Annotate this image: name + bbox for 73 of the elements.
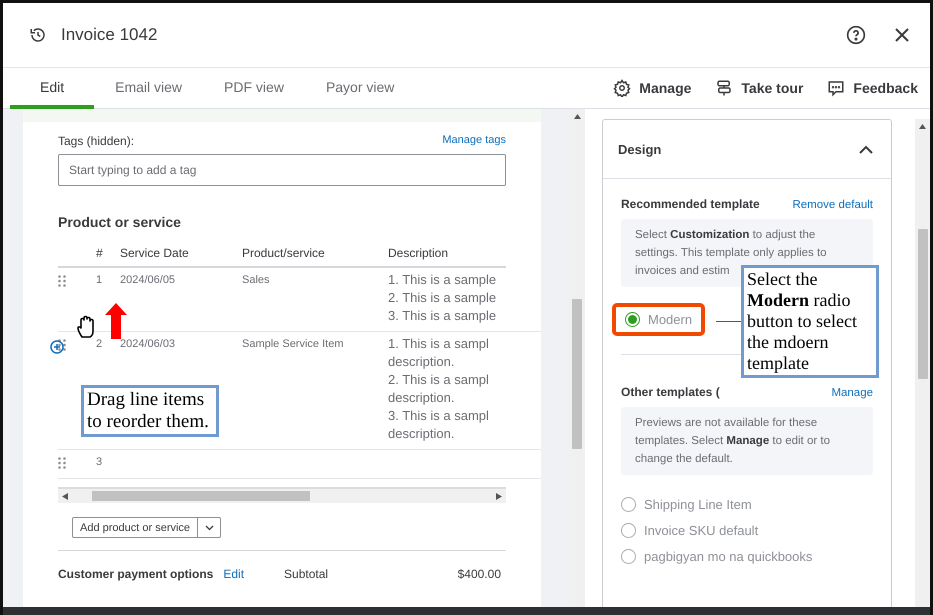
manage-link[interactable]: Manage — [831, 387, 873, 399]
scroll-thumb[interactable] — [572, 299, 582, 449]
settings-icon — [613, 79, 632, 97]
callout: Drag line items to reorder them. — [81, 385, 219, 437]
manage-tags-link[interactable]: Manage tags — [442, 134, 506, 148]
section-heading: Product or service — [58, 214, 182, 230]
description-line: 3. This is a sampl — [388, 407, 490, 425]
tab[interactable]: PDF view — [203, 68, 305, 109]
remove-default-link[interactable]: Remove default — [792, 199, 873, 211]
drag-handle-icon[interactable] — [58, 275, 66, 287]
drag-handle-icon[interactable] — [58, 339, 66, 351]
vertical-scrollbar[interactable] — [569, 109, 585, 609]
column-header: # — [96, 246, 104, 260]
arrow-icon — [105, 303, 127, 339]
edit-link[interactable]: Edit — [223, 567, 244, 581]
scroll-right-icon[interactable] — [496, 492, 502, 500]
caret-icon — [204, 524, 214, 530]
table-cell-text: 2024/06/03 — [120, 338, 176, 350]
scroll-up-icon[interactable] — [919, 124, 926, 129]
table-cell-text: Sample Service Item — [242, 338, 344, 350]
panel-title: Design — [618, 142, 662, 156]
table-cell-text: 1 — [96, 274, 104, 286]
vertical-scrollbar[interactable] — [915, 119, 930, 609]
subtotal-value: $400.00 — [458, 567, 501, 581]
toolbar-button[interactable]: Take tour — [703, 68, 816, 108]
table-cell-text: 3 — [96, 456, 104, 468]
description-line: 1. This is a sampl — [388, 335, 490, 353]
description-line: description. — [388, 353, 456, 371]
toolbar-button[interactable]: Feedback — [815, 68, 930, 108]
description-line: 2. This is a sample — [388, 289, 498, 307]
table-cell-text: 2 — [96, 338, 104, 350]
description-line: 3. This is a sample — [388, 307, 498, 325]
add-product-button[interactable]: Add product or service — [72, 517, 198, 538]
scroll-thumb[interactable] — [92, 491, 310, 501]
description-line: 1. This is a sample — [388, 271, 498, 289]
section-title: Other templates ( — [621, 385, 720, 399]
scroll-up-icon[interactable] — [574, 114, 580, 119]
signpost-icon — [715, 79, 734, 97]
help-icon[interactable] — [846, 25, 866, 45]
table-cell-text: 2024/06/05 — [120, 274, 176, 286]
tab[interactable]: Email view — [94, 68, 204, 109]
leader-line — [716, 321, 741, 322]
tags-label: Tags (hidden): — [58, 134, 134, 148]
tab[interactable]: Payor view — [304, 68, 416, 109]
tags-field[interactable]: Start typing to add a tag — [58, 154, 506, 186]
description-line: 2. This is a sampl — [388, 371, 490, 389]
callout: Select the Modern radio button to select the mdoern template — [741, 265, 879, 378]
scroll-left-icon[interactable] — [62, 492, 68, 500]
subtotal-label: Subtotal — [284, 567, 330, 581]
column-header: Product/service — [242, 246, 326, 260]
info-text: Previews are not available for these templates. Select Manage to edit or to change the default. — [621, 407, 873, 475]
toolbar-button[interactable]: Manage — [601, 68, 704, 108]
window-title: Invoice 1042 — [61, 25, 158, 45]
section-title: Recommended template — [621, 197, 760, 211]
description-line: description. — [388, 389, 456, 407]
template-radio[interactable]: Invoice SKU default — [621, 523, 873, 538]
add-icon[interactable] — [50, 340, 64, 354]
template-radio[interactable]: Modern — [625, 312, 692, 327]
template-radio[interactable]: pagbigyan mo na quickbooks — [621, 549, 873, 564]
history-icon — [29, 26, 47, 44]
template-radio[interactable]: Shipping Line Item — [621, 497, 873, 512]
payment-options-label: Customer payment options — [58, 567, 214, 581]
chat-icon — [827, 79, 846, 97]
horizontal-scrollbar[interactable] — [58, 487, 506, 503]
chevron-icon[interactable] — [859, 144, 873, 154]
close-icon[interactable] — [894, 27, 910, 43]
table-cell-text: Sales — [242, 274, 271, 286]
drag-handle-icon[interactable] — [58, 457, 66, 469]
column-header: Service Date — [120, 246, 190, 260]
description-line: description. — [388, 425, 456, 443]
dropdown-button[interactable] — [198, 517, 222, 538]
column-header: Description — [388, 246, 450, 260]
scroll-thumb[interactable] — [918, 229, 928, 379]
